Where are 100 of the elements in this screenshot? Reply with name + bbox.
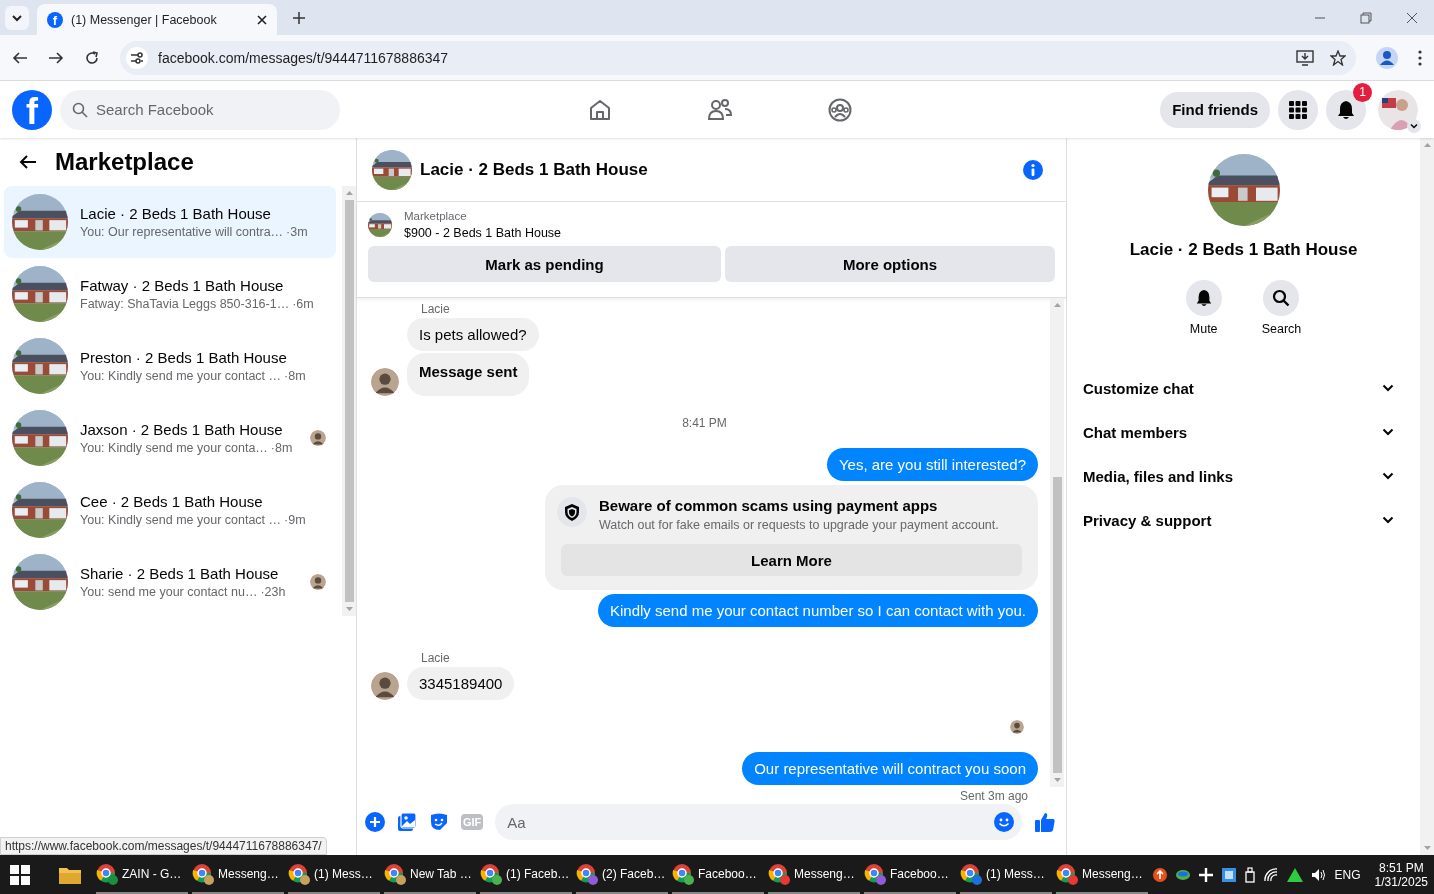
taskbar-window-button[interactable]: Messeng… bbox=[192, 855, 284, 894]
install-app-icon[interactable] bbox=[1296, 49, 1314, 66]
section-header[interactable]: Customize chat bbox=[1083, 366, 1404, 410]
image-icon[interactable] bbox=[397, 812, 417, 832]
taskbar-window-button[interactable]: Faceboo… bbox=[672, 855, 764, 894]
taskbar-window-button[interactable]: (1) Mess… bbox=[288, 855, 380, 894]
app-tray-icon[interactable] bbox=[1220, 866, 1237, 883]
clock-date[interactable]: 1/31/2025 bbox=[1374, 874, 1428, 889]
message-preview: You: send me your contact nu… bbox=[80, 585, 258, 599]
back-icon[interactable] bbox=[12, 49, 28, 66]
taskbar-window-button[interactable]: New Tab … bbox=[384, 855, 476, 894]
chevron-icon bbox=[1382, 428, 1394, 436]
conversation-item[interactable]: Lacie · 2 Beds 1 Bath House You: Our representative will contra… ·3m bbox=[4, 186, 336, 258]
notifications-button[interactable] bbox=[1326, 89, 1366, 130]
triangle-app-icon[interactable] bbox=[1286, 867, 1303, 882]
section-header[interactable]: Chat members bbox=[1083, 410, 1404, 454]
browser-icon bbox=[192, 862, 214, 885]
message-bubble: Yes, are you still interested? bbox=[826, 448, 1038, 481]
timestamp: 8:41 PM bbox=[682, 416, 727, 430]
notification-badge: 1 bbox=[1353, 82, 1372, 102]
thumbs-up-icon[interactable] bbox=[1034, 811, 1056, 833]
taskbar-window-button[interactable]: (2) Faceb… bbox=[576, 855, 668, 894]
groups-icon[interactable] bbox=[828, 97, 852, 122]
learn-more-button[interactable]: Learn More bbox=[561, 544, 1022, 576]
wifi-icon[interactable] bbox=[1262, 867, 1279, 882]
mute-button[interactable] bbox=[1185, 280, 1222, 316]
conversation-item[interactable]: Fatway · 2 Beds 1 Bath House Fatway: ShaTavia Leggs 850-316-1… ·6m bbox=[4, 258, 336, 330]
conversation-title: Sharie · 2 Beds 1 Bath House bbox=[80, 565, 280, 582]
taskbar-window-button[interactable]: Messeng… bbox=[1056, 855, 1148, 894]
address-bar[interactable]: facebook.com/messages/t/9444711678886347 bbox=[120, 40, 1356, 75]
menu-button[interactable] bbox=[1278, 89, 1318, 130]
browser-tab[interactable]: f (1) Messenger | Facebook bbox=[37, 4, 277, 35]
search-button[interactable] bbox=[1263, 280, 1300, 316]
link-preview-url: https://www.facebook.com/messages/t/9444711678886347/ bbox=[0, 837, 327, 855]
find-friends-button[interactable]: Find friends bbox=[1160, 91, 1270, 128]
action-label: Search bbox=[1261, 322, 1302, 336]
conversation-item[interactable]: Preston · 2 Beds 1 Bath House You: Kindly send me your contact … ·8m bbox=[4, 330, 336, 402]
taskbar-window-button[interactable]: Faceboo… bbox=[864, 855, 956, 894]
conversation-title: Preston · 2 Beds 1 Bath House bbox=[80, 349, 288, 366]
browser-icon bbox=[288, 862, 310, 885]
notice-text: Watch out for fake emails or requests to upgrade your payment account. bbox=[599, 518, 999, 532]
network-app-icon[interactable] bbox=[1174, 867, 1191, 882]
info-icon[interactable] bbox=[1022, 158, 1044, 181]
shield-icon bbox=[557, 497, 587, 527]
browser-icon bbox=[384, 862, 406, 885]
delivery-status: Sent 3m ago bbox=[959, 789, 1028, 803]
home-icon[interactable] bbox=[588, 97, 612, 122]
listing-action-button[interactable]: Mark as pending bbox=[368, 246, 721, 282]
taskbar-window-button[interactable]: Messeng… bbox=[768, 855, 860, 894]
forward-icon[interactable] bbox=[48, 49, 64, 66]
emoji-icon[interactable] bbox=[994, 812, 1014, 832]
account-avatar[interactable] bbox=[1378, 89, 1418, 130]
avatar-icon bbox=[371, 368, 399, 396]
taskbar-window-button[interactable]: ZAIN - G… bbox=[96, 855, 188, 894]
conversation-item[interactable]: Sharie · 2 Beds 1 Bath House You: send me your contact nu… ·23h bbox=[4, 546, 336, 618]
restore-icon[interactable] bbox=[1360, 11, 1372, 24]
close-icon[interactable] bbox=[257, 14, 267, 25]
profile-icon[interactable] bbox=[1376, 46, 1398, 69]
conversation-item[interactable]: Jaxson · 2 Beds 1 Bath House You: Kindly send me your conta… ·8m bbox=[4, 402, 336, 474]
tab-search-button[interactable] bbox=[5, 6, 29, 30]
update-icon[interactable] bbox=[1152, 867, 1167, 882]
plus-icon[interactable] bbox=[1198, 867, 1213, 882]
message-time: ·23h bbox=[260, 585, 286, 599]
logo[interactable]: f bbox=[12, 89, 52, 130]
message-time: ·6m bbox=[292, 297, 314, 311]
action-label: Mute bbox=[1189, 322, 1218, 336]
bell-icon bbox=[1194, 289, 1213, 307]
clock-time[interactable]: 8:51 PM bbox=[1378, 860, 1424, 875]
conversation-item[interactable]: Cee · 2 Beds 1 Bath House You: Kindly send me your contact … ·9m bbox=[4, 474, 336, 546]
windows-start-icon[interactable] bbox=[10, 864, 30, 885]
listing-title: $900 - 2 Beds 1 Bath House bbox=[404, 226, 562, 240]
chevron-icon bbox=[1382, 516, 1394, 524]
section-header[interactable]: Privacy & support bbox=[1083, 498, 1404, 542]
usb-icon[interactable] bbox=[1244, 866, 1255, 883]
taskbar-window-button[interactable]: (1) Faceb… bbox=[480, 855, 572, 894]
message-field[interactable]: Aa bbox=[495, 804, 1022, 840]
sender-name: Lacie bbox=[421, 302, 451, 316]
listing-action-button[interactable]: More options bbox=[725, 246, 1055, 282]
back-icon[interactable] bbox=[19, 154, 37, 170]
search-field[interactable]: Search Facebook bbox=[60, 89, 340, 130]
star-icon[interactable] bbox=[1330, 49, 1346, 66]
sender-name: Lacie bbox=[421, 651, 451, 665]
input-language[interactable]: ENG bbox=[1334, 867, 1361, 882]
section-header[interactable]: Media, files and links bbox=[1083, 454, 1404, 498]
taskbar-window-button[interactable]: (1) Mess… bbox=[960, 855, 1052, 894]
caret-icon[interactable] bbox=[1407, 118, 1421, 133]
new-tab-icon[interactable] bbox=[293, 12, 305, 24]
sticker-icon[interactable] bbox=[429, 812, 449, 832]
reload-icon[interactable] bbox=[84, 49, 100, 66]
browser-icon bbox=[96, 862, 118, 885]
menu-icon[interactable] bbox=[1418, 49, 1422, 66]
chevron-icon bbox=[1382, 472, 1394, 480]
site-settings-icon[interactable] bbox=[126, 46, 148, 69]
browser-icon bbox=[672, 862, 694, 885]
message-preview: You: Kindly send me your conta… bbox=[80, 441, 268, 455]
volume-icon[interactable] bbox=[1310, 867, 1327, 882]
conversation-title: Cee · 2 Beds 1 Bath House bbox=[80, 493, 264, 510]
browser-icon bbox=[576, 862, 598, 885]
friends-icon[interactable] bbox=[707, 97, 733, 122]
grid-icon bbox=[1289, 100, 1307, 119]
